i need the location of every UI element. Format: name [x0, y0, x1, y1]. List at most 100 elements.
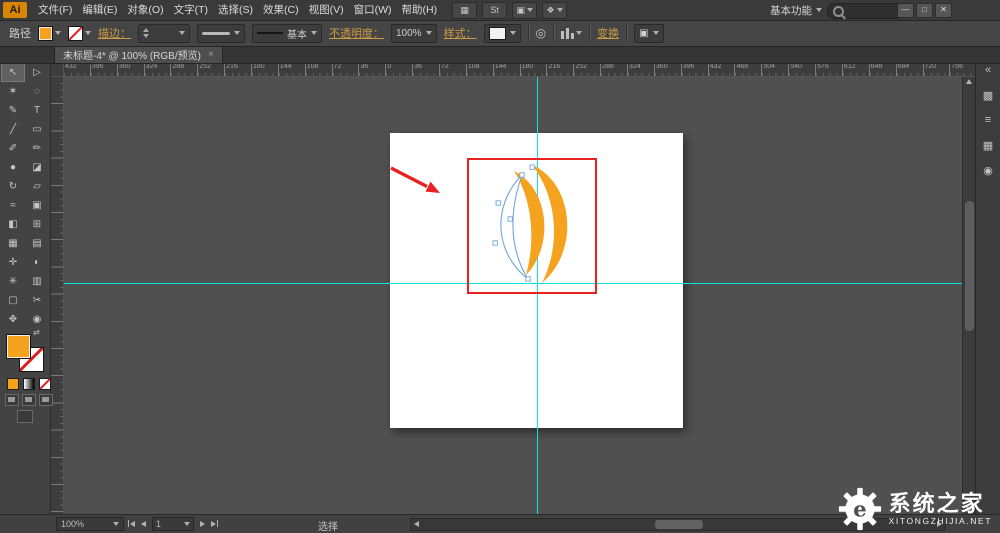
ruler-label: 144 — [278, 63, 305, 76]
menu-item[interactable]: 窗口(W) — [349, 0, 397, 20]
color-button[interactable] — [7, 378, 19, 390]
ruler-label: 288 — [170, 63, 197, 76]
scroll-up-icon[interactable] — [966, 79, 972, 84]
stock-icon[interactable]: St — [482, 2, 507, 19]
horizontal-scrollbar-thumb[interactable] — [655, 520, 703, 529]
mesh-tool[interactable]: ▦ — [1, 234, 25, 253]
line-segment-tool[interactable]: ╱ — [1, 120, 25, 139]
draw-behind-icon[interactable] — [22, 394, 36, 406]
collapse-panels-icon[interactable]: « — [980, 62, 997, 78]
screen-mode-button[interactable] — [17, 410, 33, 423]
brush-definition-select[interactable]: 基本 — [252, 24, 322, 43]
window-controls: — □ ✕ — [897, 3, 952, 18]
canvas[interactable] — [63, 76, 963, 515]
scale-tool[interactable]: ▱ — [25, 177, 49, 196]
transform-panel-link[interactable]: 变换 — [597, 25, 619, 41]
draw-normal-icon[interactable] — [5, 394, 19, 406]
stroke-color-swatch[interactable] — [68, 26, 91, 41]
draw-inside-icon[interactable] — [39, 394, 53, 406]
blob-brush-tool[interactable]: ● — [1, 158, 25, 177]
watermark-text: 系统之家 XITONGZHIJIA.NET — [889, 491, 992, 526]
symbol-sprayer-tool[interactable]: ✳ — [1, 272, 25, 291]
hand-tool[interactable]: ✥ — [1, 310, 25, 329]
style-panel-link[interactable]: 样式： — [444, 25, 477, 41]
horizontal-ruler[interactable]: 4323963603242882522161801441087236036721… — [63, 63, 976, 77]
ruler-label: 612 — [842, 63, 869, 76]
vertical-scrollbar-thumb[interactable] — [965, 201, 974, 331]
menu-item[interactable]: 选择(S) — [213, 0, 258, 20]
rotate-tool[interactable]: ↻ — [1, 177, 25, 196]
next-artboard-button[interactable] — [200, 521, 205, 527]
swap-fill-stroke-icon[interactable]: ⇄ — [33, 328, 40, 337]
align-options[interactable] — [561, 28, 582, 39]
shape-builder-tool[interactable]: ◧ — [1, 215, 25, 234]
column-graph-tool[interactable]: ▥ — [25, 272, 49, 291]
panel-options-button[interactable]: ▣ — [634, 24, 663, 43]
stroke-weight-input[interactable] — [138, 24, 190, 43]
close-button[interactable]: ✕ — [935, 3, 952, 18]
first-artboard-button[interactable] — [128, 520, 135, 527]
minimize-button[interactable]: — — [897, 3, 914, 18]
magic-wand-tool[interactable]: ✶ — [1, 82, 25, 101]
opacity-panel-link[interactable]: 不透明度： — [329, 25, 384, 41]
rectangle-tool[interactable]: ▭ — [25, 120, 49, 139]
last-artboard-button[interactable] — [211, 520, 218, 527]
style-select[interactable] — [484, 24, 521, 43]
swatches-panel-icon[interactable]: ▦ — [980, 137, 997, 153]
pencil-tool[interactable]: ✏ — [25, 139, 49, 158]
pen-tool[interactable]: ✎ — [1, 101, 25, 120]
selection-tool[interactable]: ↖ — [1, 63, 25, 82]
menu-item[interactable]: 编辑(E) — [77, 0, 122, 20]
menu-item[interactable]: 文字(T) — [169, 0, 213, 20]
ruler-corner[interactable] — [50, 63, 64, 77]
panel-flyout-icon[interactable]: ≡ — [980, 112, 997, 128]
paintbrush-tool[interactable]: ✐ — [1, 139, 25, 158]
zoom-level-select[interactable]: 100% — [56, 517, 124, 531]
brush-stroke-icon — [257, 32, 283, 34]
vertical-scrollbar[interactable] — [962, 76, 976, 515]
variable-width-profile-select[interactable] — [197, 24, 245, 43]
blend-tool[interactable]: ◐ — [25, 253, 49, 272]
color-panel-icon[interactable]: ▩ — [980, 87, 997, 103]
workspace-switcher[interactable]: 基本功能 — [770, 0, 822, 20]
ruler-label: 252 — [573, 63, 600, 76]
menu-item[interactable]: 效果(C) — [258, 0, 304, 20]
arrange-documents-icon[interactable]: ▣ — [512, 2, 537, 19]
search-input[interactable] — [827, 3, 903, 19]
vertical-guide[interactable] — [537, 76, 538, 515]
artboard-number-input[interactable]: 1 — [152, 517, 194, 531]
document-tab[interactable]: 未标题-4* @ 100% (RGB/预览) × — [54, 46, 223, 63]
vertical-ruler[interactable] — [50, 76, 64, 515]
recolor-artwork-icon[interactable]: ◎ — [536, 26, 546, 40]
bridge-icon[interactable]: ▦ — [452, 2, 477, 19]
close-tab-icon[interactable]: × — [208, 50, 214, 60]
previous-artboard-button[interactable] — [141, 521, 146, 527]
fill-color-box[interactable] — [6, 334, 31, 359]
menu-item[interactable]: 对象(O) — [122, 0, 168, 20]
stroke-panel-link[interactable]: 描边： — [98, 25, 131, 41]
eyedropper-tool[interactable]: ✛ — [1, 253, 25, 272]
eraser-tool[interactable]: ◪ — [25, 158, 49, 177]
scroll-left-icon[interactable] — [414, 521, 419, 527]
type-tool[interactable]: T — [25, 101, 49, 120]
slice-tool[interactable]: ✂ — [25, 291, 49, 310]
brushes-panel-icon[interactable]: ◉ — [980, 162, 997, 178]
gradient-tool[interactable]: ▤ — [25, 234, 49, 253]
free-transform-tool[interactable]: ▣ — [25, 196, 49, 215]
app-logo-icon[interactable]: Ai — [3, 2, 27, 18]
zoom-tool[interactable]: ◉ — [25, 310, 49, 329]
restore-button[interactable]: □ — [916, 3, 933, 18]
direct-selection-tool[interactable]: ▷ — [25, 63, 49, 82]
cs-live-icon[interactable]: ❖ — [542, 2, 567, 19]
menu-item[interactable]: 帮助(H) — [397, 0, 443, 20]
lasso-tool[interactable]: ◌ — [25, 82, 49, 101]
menu-item[interactable]: 视图(V) — [304, 0, 349, 20]
menu-item[interactable]: 文件(F) — [33, 0, 77, 20]
fill-color-swatch[interactable] — [38, 26, 61, 41]
artboard-tool[interactable]: ▢ — [1, 291, 25, 310]
none-button[interactable] — [39, 378, 51, 390]
opacity-input[interactable]: 100% — [391, 24, 437, 43]
perspective-grid-tool[interactable]: ⊞ — [25, 215, 49, 234]
gradient-button[interactable] — [23, 378, 35, 390]
width-tool[interactable]: ≈ — [1, 196, 25, 215]
